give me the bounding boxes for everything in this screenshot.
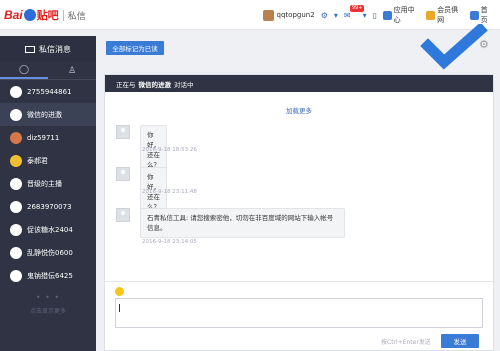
sidebar: 私信消息 ◯ ♙ 2755944861 微信的进激 diz59711 泰郝君晋级的主播…: [0, 36, 96, 351]
sidebar-contact[interactable]: 促该糖水2404: [0, 218, 96, 241]
contact-name: diz59711: [27, 133, 60, 142]
avatar: [10, 154, 22, 167]
contact-name: 晋级的主播: [27, 179, 62, 188]
sidebar-contact[interactable]: 2683970073: [0, 195, 96, 218]
user-bar: qqtopgun2 ⚙ ▾ ✉ 99+ ▾ ▯ 应用中心 会员俱网 首页: [263, 5, 500, 25]
member-icon: [426, 10, 436, 20]
mail-icon[interactable]: ✉ 99+: [344, 5, 365, 21]
load-more-link[interactable]: 加载更多: [105, 105, 493, 115]
sidebar-contact[interactable]: 晋级的主播: [0, 172, 96, 195]
home-icon: [469, 10, 479, 20]
mark-all-read-button[interactable]: 全部标记为已读: [106, 41, 164, 55]
sidebar-tabs: ◯ ♙: [0, 62, 96, 80]
emoji-icon[interactable]: [115, 287, 124, 296]
text-caret: [119, 304, 120, 312]
chat-header-suffix: 对话中: [174, 80, 194, 89]
sidebar-contact[interactable]: diz59711: [0, 126, 96, 149]
sidebar-contact[interactable]: 鬼钠猎伝6425: [0, 264, 96, 287]
settings-icon[interactable]: ⚙: [321, 9, 328, 21]
page-title: 私信: [67, 11, 86, 22]
mail-badge: 99+: [349, 5, 365, 12]
logo-bai-text: Bai: [4, 8, 23, 22]
contact-name: 乱静悦伤0600: [27, 248, 73, 257]
send-hint: 按Ctrl+Enter发送: [381, 339, 431, 346]
username-link[interactable]: qqtopgun2: [277, 11, 315, 19]
user-avatar[interactable]: [263, 9, 274, 21]
app-center-icon: [383, 10, 392, 20]
contact-name: 2683970073: [27, 202, 72, 211]
sidebar-title: 私信消息: [39, 44, 71, 54]
message-time: 2016-9-18 18:53:26: [142, 147, 197, 153]
send-button[interactable]: 发送: [441, 334, 479, 348]
home-link[interactable]: 首页: [481, 5, 494, 25]
avatar: [10, 269, 22, 282]
contact-name: 2755944861: [27, 87, 72, 96]
logo-tieba-text: 贴吧: [36, 10, 59, 22]
message-time: 2016-9-18 23:11:48: [142, 189, 197, 195]
dropdown-icon[interactable]: ▾: [334, 9, 338, 21]
contact-name: 微信的进激: [27, 110, 62, 119]
message-input[interactable]: [115, 298, 483, 328]
input-area: 按Ctrl+Enter发送 发送: [105, 281, 493, 351]
gear-icon[interactable]: ⚙: [479, 38, 489, 51]
contact-name: 促该糖水2404: [27, 225, 73, 234]
logo-divider: [62, 9, 64, 21]
avatar: [10, 108, 22, 121]
chat-bubble-icon: ◯: [18, 64, 30, 75]
tab-contacts[interactable]: ♙: [48, 62, 96, 79]
chat-panel: 正在与 微信的进激 对话中 加载更多 你好，还在么？ 2016-9-18 18:…: [104, 74, 494, 351]
sidebar-contact[interactable]: 泰郝君: [0, 149, 96, 172]
tab-messages[interactable]: ◯: [0, 62, 48, 79]
contact-name: 鬼钠猎伝6425: [27, 271, 73, 280]
message-time: 2016-9-18 23:14:05: [142, 239, 197, 245]
avatar: [116, 125, 130, 139]
avatar: [10, 223, 22, 236]
avatar: [116, 167, 130, 181]
sidebar-contact[interactable]: 乱静悦伤0600: [0, 241, 96, 264]
baidu-paw-icon: [23, 9, 36, 21]
sidebar-contact[interactable]: 微信的进激: [0, 103, 96, 126]
mobile-icon[interactable]: ▯: [373, 9, 377, 21]
chat-partner-name: 微信的进激: [138, 80, 172, 89]
person-icon: ♙: [67, 65, 77, 76]
envelope-icon: [25, 45, 35, 53]
more-dots: • • •: [35, 293, 61, 302]
message-bubble: 石青私信工具: 请您搜索密他，切勿在非百度域的网站下输入帐号信息。: [140, 208, 345, 238]
chat-header-prefix: 正在与: [116, 80, 136, 89]
avatar: [10, 200, 22, 213]
avatar: [116, 208, 130, 222]
chat-header: 正在与 微信的进激 对话中: [105, 75, 493, 92]
avatar: [10, 246, 22, 259]
avatar: [10, 85, 22, 98]
contact-list: 2755944861 微信的进激 diz59711 泰郝君晋级的主播 268397007…: [0, 80, 96, 287]
member-link[interactable]: 会员俱网: [437, 5, 464, 25]
sidebar-contact[interactable]: 2755944861: [0, 80, 96, 103]
avatar: [10, 131, 22, 144]
baidu-tieba-logo[interactable]: Bai 贴吧 私信: [4, 7, 86, 23]
sidebar-header: 私信消息: [0, 36, 96, 62]
app-center-link[interactable]: 应用中心: [394, 5, 421, 25]
show-more-link[interactable]: 点击显示更多: [0, 306, 96, 315]
avatar: [10, 177, 22, 190]
contact-name: 泰郝君: [27, 156, 48, 165]
